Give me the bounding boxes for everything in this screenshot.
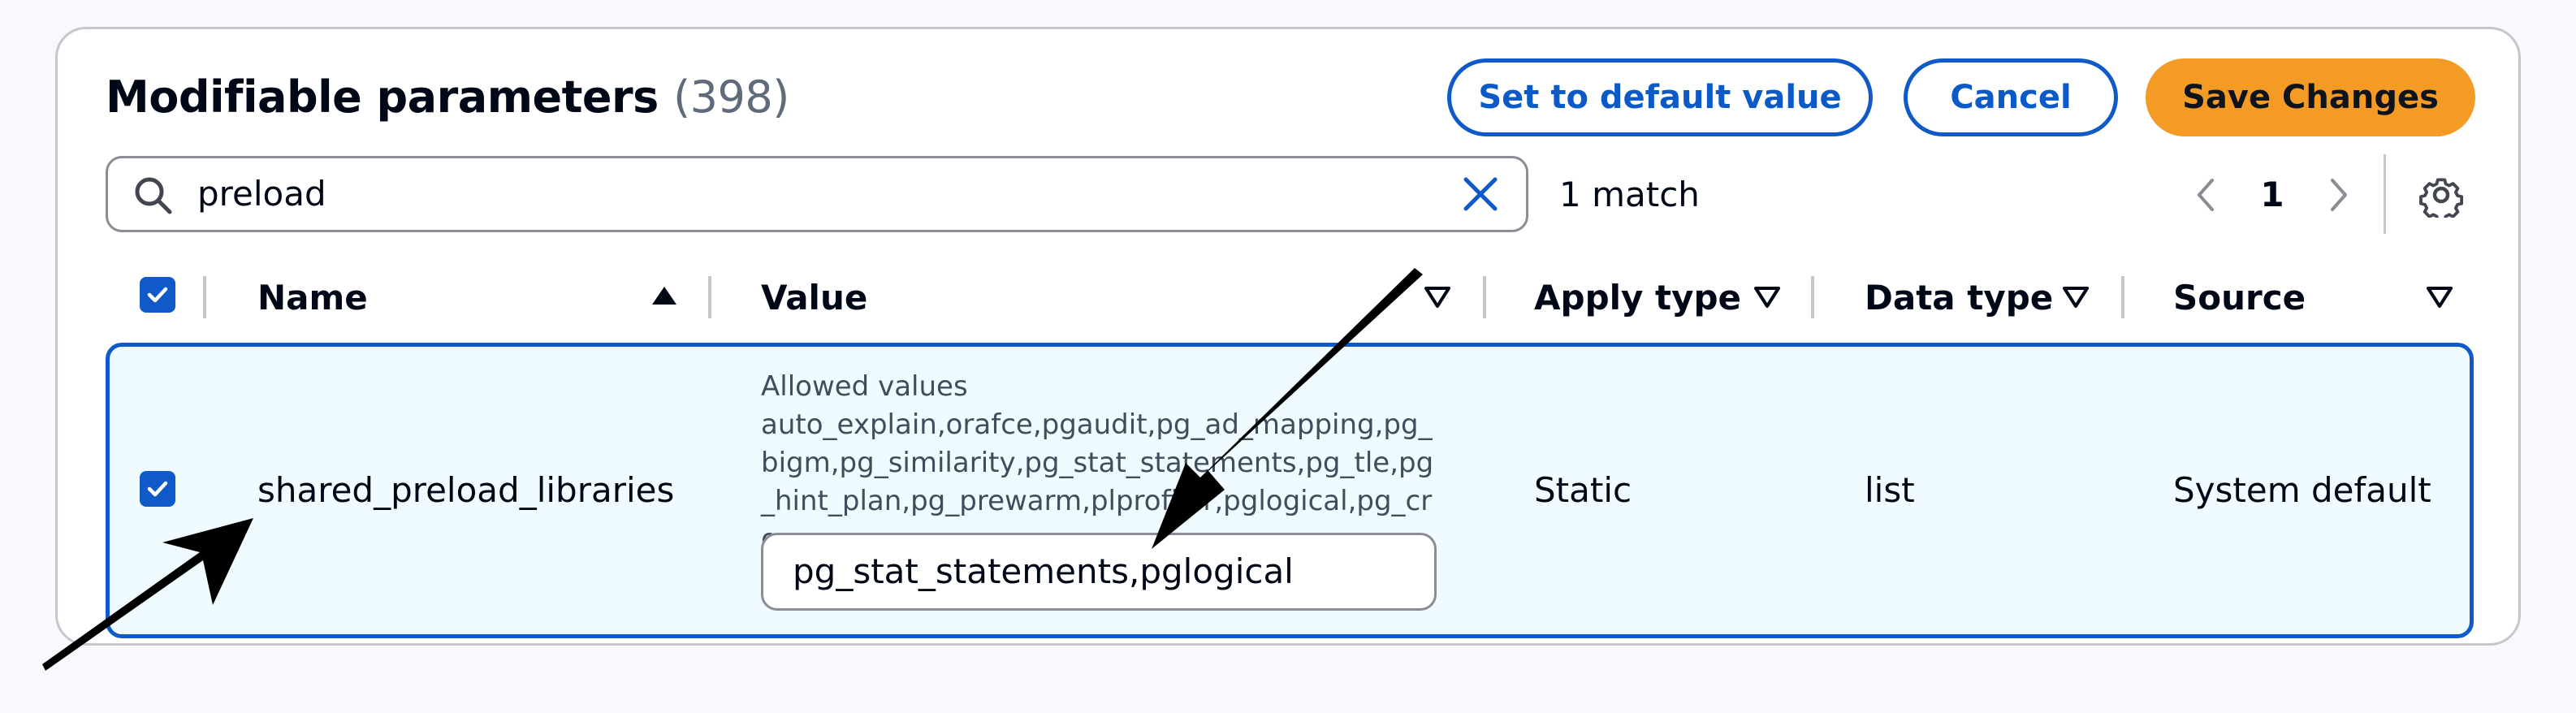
gear-icon[interactable] (2418, 172, 2464, 218)
pagination-divider (2384, 154, 2386, 234)
column-divider (708, 276, 711, 318)
chevron-right-icon[interactable] (2323, 169, 2355, 221)
parameter-count: (398) (673, 71, 789, 123)
sort-icon[interactable] (1421, 280, 1454, 313)
sort-icon[interactable] (2423, 280, 2456, 313)
sort-icon[interactable] (1751, 280, 1783, 313)
save-changes-button[interactable]: Save Changes (2146, 58, 2475, 136)
search-input[interactable]: preload (197, 158, 326, 230)
match-count: 1 match (1559, 175, 1700, 214)
column-header-name[interactable]: Name (257, 273, 368, 323)
data-type-value: list (1865, 470, 1915, 510)
sort-ascending-icon[interactable] (648, 280, 681, 313)
allowed-values-label: Allowed values (761, 370, 968, 403)
title-text: Modifiable parameters (106, 71, 659, 123)
column-header-value[interactable]: Value (761, 273, 867, 323)
parameter-value-input[interactable]: pg_stat_statements,pglogical (761, 533, 1437, 611)
sort-icon[interactable] (2060, 280, 2092, 313)
page-title: Modifiable parameters (398) (106, 67, 789, 128)
close-icon[interactable] (1458, 171, 1503, 217)
checkmark-icon (147, 287, 168, 303)
parameter-name: shared_preload_libraries (257, 470, 675, 510)
checkmark-icon (147, 481, 168, 497)
column-divider (1483, 276, 1486, 318)
column-divider (203, 276, 206, 318)
column-divider (2121, 276, 2124, 318)
apply-type-value: Static (1534, 470, 1632, 510)
column-header-data-type[interactable]: Data type (1865, 273, 2053, 323)
column-header-source[interactable]: Source (2173, 273, 2306, 323)
chevron-left-icon[interactable] (2189, 169, 2222, 221)
source-value: System default (2173, 470, 2431, 510)
column-divider (1811, 276, 1814, 318)
cancel-button[interactable]: Cancel (1904, 58, 2118, 136)
row-checkbox[interactable] (140, 471, 175, 507)
search-field[interactable]: preload (106, 156, 1528, 232)
column-header-apply-type[interactable]: Apply type (1534, 273, 1741, 323)
select-all-checkbox[interactable] (140, 277, 175, 313)
set-to-default-button[interactable]: Set to default value (1447, 58, 1873, 136)
current-page[interactable]: 1 (2254, 169, 2290, 221)
search-icon (135, 177, 172, 214)
